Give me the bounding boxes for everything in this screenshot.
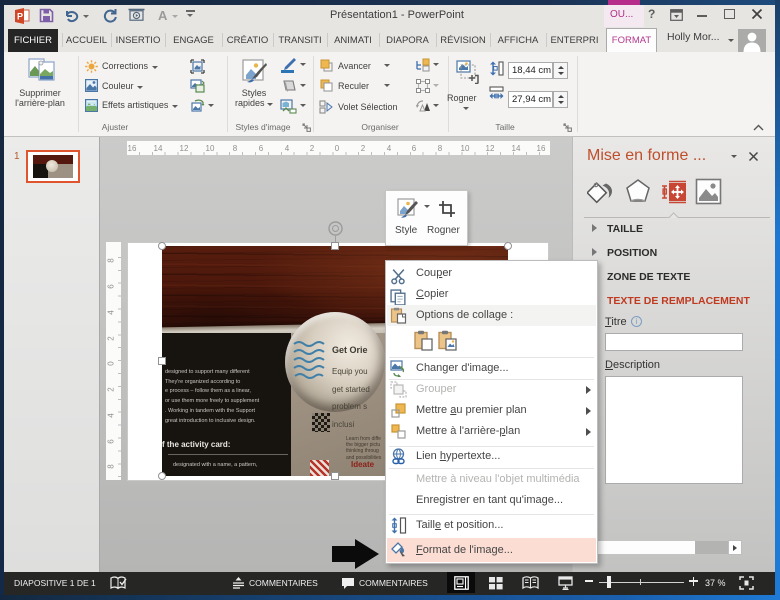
svg-text:P: P (17, 12, 23, 22)
